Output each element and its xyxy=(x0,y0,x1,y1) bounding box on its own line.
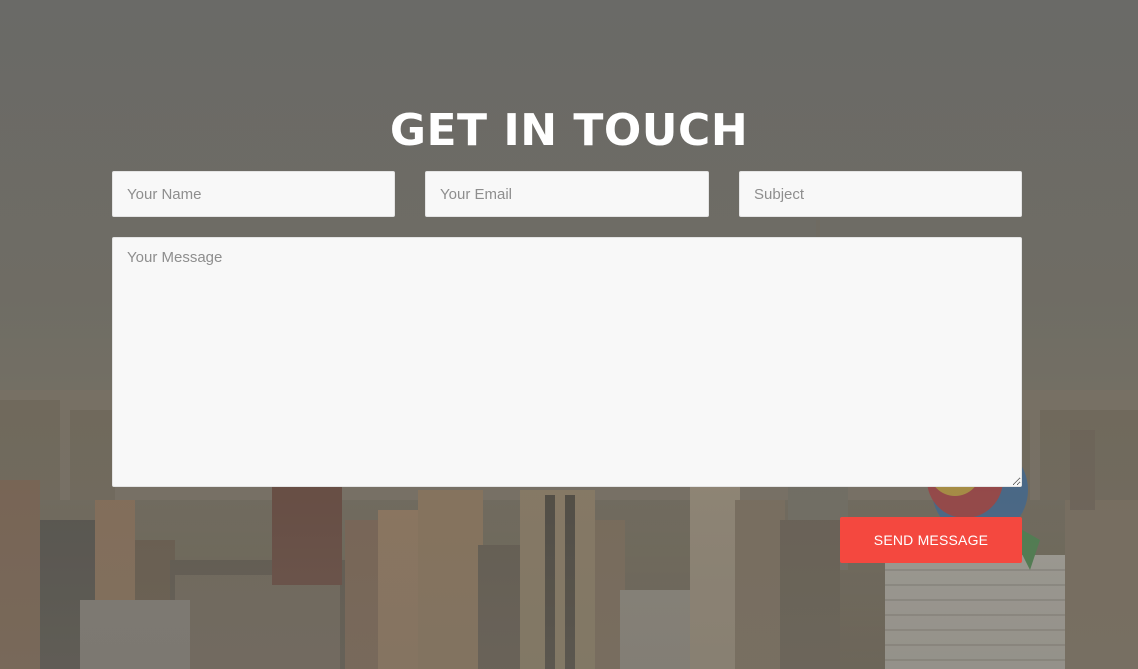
section-title: GET IN TOUCH xyxy=(389,105,749,156)
send-message-button[interactable]: SEND MESSAGE xyxy=(840,517,1022,563)
email-input[interactable] xyxy=(425,171,709,217)
subject-input[interactable] xyxy=(739,171,1022,217)
message-textarea[interactable] xyxy=(112,237,1022,487)
name-input[interactable] xyxy=(112,171,395,217)
